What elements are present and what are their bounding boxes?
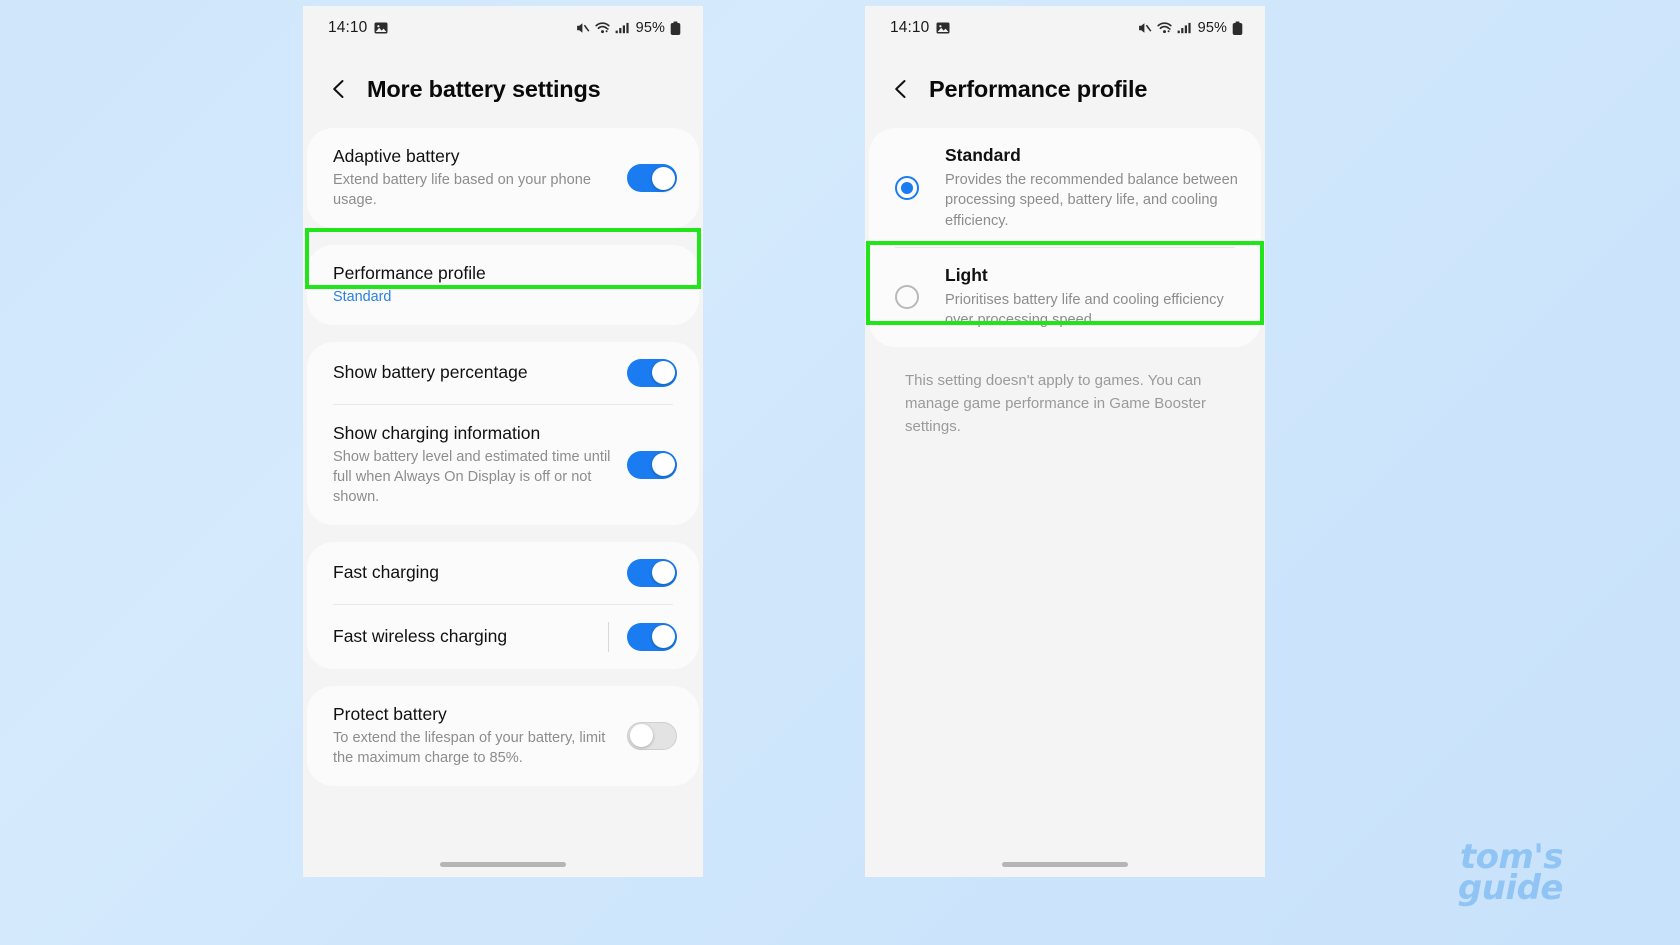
gesture-bar[interactable]: [1002, 862, 1128, 867]
header-left: More battery settings: [303, 50, 703, 128]
row-show-battery-percentage-text: Show battery percentage: [333, 361, 627, 384]
option-standard[interactable]: Standard Provides the recommended balanc…: [869, 128, 1261, 247]
toms-guide-watermark: tom's guide: [1398, 840, 1564, 909]
row-title: Adaptive battery: [333, 146, 460, 166]
row-title: Show charging information: [333, 422, 541, 443]
row-protect-battery[interactable]: Protect battery To extend the lifespan o…: [307, 686, 699, 786]
settings-group-display: Show battery percentage Show charging in…: [307, 341, 699, 525]
toggle-knob: [651, 361, 675, 385]
row-fast-charging[interactable]: Fast charging: [307, 542, 699, 604]
option-title: Light: [945, 265, 988, 286]
row-title: Fast wireless charging: [333, 626, 508, 647]
row-subtitle: Standard: [333, 289, 392, 306]
toggle-knob: [651, 453, 675, 477]
toggle-protect-battery[interactable]: [627, 721, 677, 750]
status-bar-right-cluster: 95%: [575, 20, 681, 36]
back-chevron-icon[interactable]: [327, 77, 351, 101]
option-title: Standard: [945, 145, 1021, 165]
watermark-line-2: guide: [1457, 868, 1564, 909]
status-bar-right-cluster: 95%: [1137, 20, 1243, 36]
toggle-show-charging-information[interactable]: [627, 450, 677, 479]
toggle-fast-charging[interactable]: [627, 558, 677, 587]
image-icon: [374, 21, 388, 35]
mute-icon: [1137, 21, 1152, 35]
row-subtitle: To extend the lifespan of your battery, …: [333, 730, 606, 767]
option-light-text: Light Prioritises battery life and cooli…: [945, 264, 1239, 331]
performance-profile-list[interactable]: Standard Provides the recommended balanc…: [865, 128, 1265, 877]
row-protect-battery-text: Protect battery To extend the lifespan o…: [333, 703, 627, 769]
signal-icon: [1177, 21, 1192, 35]
settings-group-adaptive: Adaptive battery Extend battery life bas…: [307, 128, 699, 229]
image-icon: [936, 21, 950, 35]
row-fast-charging-text: Fast charging: [333, 561, 627, 584]
row-adaptive-battery[interactable]: Adaptive battery Extend battery life bas…: [307, 128, 699, 228]
status-bar-right: 14:10 95%: [865, 6, 1265, 50]
settings-list-left[interactable]: Adaptive battery Extend battery life bas…: [303, 128, 703, 877]
row-fast-wireless-charging-text: Fast wireless charging: [333, 625, 608, 648]
row-title: Performance profile: [333, 263, 486, 284]
toggle-knob: [630, 724, 653, 748]
radio-light[interactable]: [895, 285, 919, 310]
radio-standard[interactable]: [895, 175, 919, 200]
settings-group-performance: Performance profile Standard: [307, 245, 699, 325]
option-light[interactable]: Light Prioritises battery life and cooli…: [869, 248, 1261, 347]
settings-group-protect-battery: Protect battery To extend the lifespan o…: [307, 685, 699, 786]
performance-options-group: Standard Provides the recommended balanc…: [869, 128, 1261, 347]
settings-group-fast-charging: Fast charging Fast wireless charging: [307, 541, 699, 669]
page-title: More battery settings: [367, 75, 601, 102]
gesture-bar[interactable]: [440, 862, 566, 867]
option-subtitle: Prioritises battery life and cooling eff…: [945, 291, 1224, 329]
toggle-fast-wireless-charging[interactable]: [627, 622, 677, 651]
row-show-charging-information-text: Show charging information Show battery l…: [333, 422, 627, 508]
battery-icon: [670, 21, 681, 36]
status-bar-left: 14:10 95%: [303, 6, 703, 50]
battery-icon: [1232, 21, 1243, 36]
toggle-knob: [651, 625, 675, 649]
page-title: Performance profile: [929, 75, 1148, 102]
toggle-show-battery-percentage[interactable]: [627, 358, 677, 387]
status-bar-left-cluster: 14:10: [328, 19, 388, 37]
control-divider: [608, 621, 609, 652]
row-performance-profile-text: Performance profile Standard: [333, 262, 677, 308]
phone-screenshot-right: 14:10 95% Performance profile Standard P…: [865, 6, 1265, 877]
row-adaptive-battery-text: Adaptive battery Extend battery life bas…: [333, 145, 627, 211]
row-fast-wireless-charging[interactable]: Fast wireless charging: [307, 605, 699, 669]
back-chevron-icon[interactable]: [889, 77, 913, 101]
status-time: 14:10: [328, 19, 368, 36]
row-title: Fast charging: [333, 562, 440, 583]
status-time: 14:10: [890, 19, 930, 36]
toggle-knob: [651, 561, 675, 585]
toggle-adaptive-battery[interactable]: [627, 164, 677, 193]
signal-icon: [615, 21, 630, 35]
toggle-knob: [651, 166, 675, 190]
battery-percent-label: 95%: [635, 20, 665, 36]
battery-percent-label: 95%: [1197, 20, 1227, 36]
phone-screenshot-left: 14:10 95% More battery settings Adaptive…: [303, 6, 703, 877]
status-bar-left-cluster: 14:10: [890, 19, 950, 37]
row-show-battery-percentage[interactable]: Show battery percentage: [307, 342, 699, 404]
row-performance-profile[interactable]: Performance profile Standard: [307, 245, 699, 325]
performance-footnote: This setting doesn't apply to games. You…: [905, 371, 1206, 436]
row-subtitle: Show battery level and estimated time un…: [333, 448, 611, 505]
row-subtitle: Extend battery life based on your phone …: [333, 172, 591, 209]
header-right: Performance profile: [865, 50, 1265, 128]
row-title: Protect battery: [333, 703, 447, 724]
option-subtitle: Provides the recommended balance between…: [945, 171, 1238, 229]
wifi-icon: [595, 21, 610, 35]
row-show-charging-information[interactable]: Show charging information Show battery l…: [307, 405, 699, 525]
option-standard-text: Standard Provides the recommended balanc…: [945, 144, 1239, 231]
row-title: Show battery percentage: [333, 362, 528, 383]
mute-icon: [575, 21, 590, 35]
wifi-icon: [1157, 21, 1172, 35]
